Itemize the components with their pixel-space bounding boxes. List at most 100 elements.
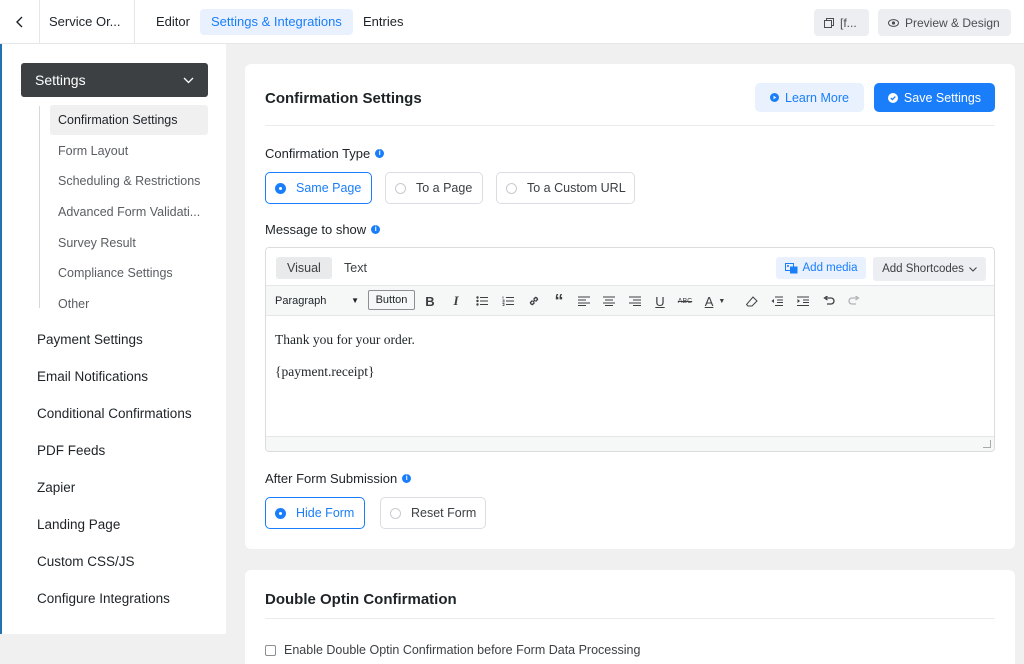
underline-icon[interactable]: U xyxy=(650,291,670,311)
message-label-text: Message to show xyxy=(265,222,367,237)
outdent-icon[interactable] xyxy=(767,291,787,311)
sidebar-item-email-notifications[interactable]: Email Notifications xyxy=(37,369,148,384)
align-center-icon[interactable] xyxy=(599,291,619,311)
confirmation-type-label: Confirmation Type i xyxy=(265,146,385,161)
indent-icon[interactable] xyxy=(793,291,813,311)
sidebar-item-label: Confirmation Settings xyxy=(58,113,178,127)
italic-icon[interactable]: I xyxy=(446,291,466,311)
shortcode-button[interactable]: [f... xyxy=(814,9,869,36)
sidebar-item-other[interactable]: Other xyxy=(50,289,208,319)
sidebar-item-payment-settings[interactable]: Payment Settings xyxy=(37,332,143,347)
double-optin-card: Double Optin Confirmation Enable Double … xyxy=(245,570,1015,664)
info-icon[interactable]: i xyxy=(371,225,381,234)
sidebar-item-zapier[interactable]: Zapier xyxy=(37,480,75,495)
check-circle-icon xyxy=(887,92,898,103)
bold-icon[interactable]: B xyxy=(420,291,440,311)
radio-label: Reset Form xyxy=(411,506,477,520)
sidebar-item-label: Compliance Settings xyxy=(58,266,173,280)
format-select-value: Paragraph xyxy=(275,294,327,307)
bullet-list-icon[interactable] xyxy=(472,291,492,311)
radio-hide-form[interactable]: Hide Form xyxy=(265,497,365,529)
editor-footer xyxy=(266,436,994,451)
editor-tab-text[interactable]: Text xyxy=(333,257,378,279)
radio-label: Hide Form xyxy=(296,506,355,520)
sidebar-item-label: Advanced Form Validati... xyxy=(58,205,201,219)
settings-sidebar: Settings Confirmation Settings Form Layo… xyxy=(0,44,226,634)
learn-more-button[interactable]: Learn More xyxy=(755,83,864,112)
sidebar-item-label: Scheduling & Restrictions xyxy=(58,174,201,188)
insert-button-tool[interactable]: Button xyxy=(368,290,415,310)
tab-editor[interactable]: Editor xyxy=(145,9,201,35)
text-color-icon[interactable]: A ▼ xyxy=(700,291,730,311)
editor-toolbar: Paragraph ▼ Button B I “ U ABC A ▼ xyxy=(266,285,994,316)
sidebar-item-custom-css-js[interactable]: Custom CSS/JS xyxy=(37,554,135,569)
undo-icon[interactable] xyxy=(819,291,839,311)
sidebar-settings-toggle[interactable]: Settings xyxy=(21,63,208,97)
tab-entries[interactable]: Entries xyxy=(352,9,414,35)
divider xyxy=(265,618,995,619)
tab-settings-integrations[interactable]: Settings & Integrations xyxy=(200,9,353,35)
sidebar-item-label: Other xyxy=(58,297,90,311)
editor-tab-visual[interactable]: Visual xyxy=(276,257,332,279)
double-optin-label[interactable]: Enable Double Optin Confirmation before … xyxy=(284,643,640,657)
save-settings-button[interactable]: Save Settings xyxy=(874,83,995,112)
sidebar-item-pdf-feeds[interactable]: PDF Feeds xyxy=(37,443,105,458)
align-left-icon[interactable] xyxy=(574,291,594,311)
sidebar-item-configure-integrations[interactable]: Configure Integrations xyxy=(37,591,170,606)
sidebar-item-label: Form Layout xyxy=(58,144,129,158)
after-submission-text: After Form Submission xyxy=(265,471,398,486)
align-right-icon[interactable] xyxy=(625,291,645,311)
radio-label: To a Custom URL xyxy=(527,181,626,195)
card-title: Confirmation Settings xyxy=(265,90,422,107)
form-name[interactable]: Service Or... xyxy=(49,14,121,29)
sidebar-item-conditional-confirmations[interactable]: Conditional Confirmations xyxy=(37,406,192,421)
sidebar-item-survey-result[interactable]: Survey Result xyxy=(50,228,208,258)
numbered-list-icon[interactable] xyxy=(498,291,518,311)
eraser-icon[interactable] xyxy=(742,291,762,311)
resize-handle-icon[interactable] xyxy=(983,440,991,448)
shortcode-label: [f... xyxy=(840,15,857,30)
format-select[interactable]: Paragraph ▼ xyxy=(270,291,364,310)
radio-dot xyxy=(506,182,517,194)
sidebar-item-advanced-validation[interactable]: Advanced Form Validati... xyxy=(50,197,208,227)
back-button[interactable] xyxy=(0,0,40,44)
radio-reset-form[interactable]: Reset Form xyxy=(380,497,486,529)
blockquote-icon[interactable]: “ xyxy=(549,291,569,311)
sidebar-item-compliance[interactable]: Compliance Settings xyxy=(50,258,208,288)
card-title: Double Optin Confirmation xyxy=(265,591,457,608)
radio-dot xyxy=(275,507,286,519)
radio-to-a-page[interactable]: To a Page xyxy=(385,172,483,204)
divider xyxy=(265,125,995,126)
media-icon xyxy=(784,262,797,273)
info-icon[interactable]: i xyxy=(402,474,412,483)
message-editor: Visual Text Add media Add Shortcodes Par… xyxy=(265,247,995,452)
radio-dot xyxy=(390,507,401,519)
radio-custom-url[interactable]: To a Custom URL xyxy=(496,172,635,204)
eye-icon xyxy=(888,18,899,27)
info-icon[interactable]: i xyxy=(375,149,385,158)
radio-same-page[interactable]: Same Page xyxy=(265,172,372,204)
chevron-left-icon xyxy=(15,16,22,28)
strikethrough-icon[interactable]: ABC xyxy=(675,291,695,311)
sidebar-item-label: Survey Result xyxy=(58,236,136,250)
sidebar-item-landing-page[interactable]: Landing Page xyxy=(37,517,120,532)
double-optin-checkbox[interactable] xyxy=(265,644,276,656)
double-optin-option: Enable Double Optin Confirmation before … xyxy=(265,643,640,657)
radio-label: To a Page xyxy=(416,181,473,195)
add-media-button[interactable]: Add media xyxy=(776,257,866,279)
editor-content[interactable]: Thank you for your order. {payment.recei… xyxy=(266,317,994,436)
tree-line xyxy=(39,106,40,308)
caret-down-icon: ▼ xyxy=(351,296,359,305)
chevron-down-icon xyxy=(183,77,194,83)
redo-icon[interactable] xyxy=(844,291,864,311)
sidebar-item-confirmation-settings[interactable]: Confirmation Settings xyxy=(50,105,208,135)
preview-design-button[interactable]: Preview & Design xyxy=(878,9,1011,36)
sidebar-settings-label: Settings xyxy=(35,72,86,88)
sidebar-item-scheduling[interactable]: Scheduling & Restrictions xyxy=(50,166,208,196)
editor-line: Thank you for your order. xyxy=(275,332,415,347)
link-icon[interactable] xyxy=(524,291,544,311)
add-shortcodes-label: Add Shortcodes xyxy=(882,263,964,275)
play-circle-icon xyxy=(770,93,780,102)
sidebar-item-form-layout[interactable]: Form Layout xyxy=(50,136,208,166)
add-shortcodes-dropdown[interactable]: Add Shortcodes xyxy=(873,257,986,281)
